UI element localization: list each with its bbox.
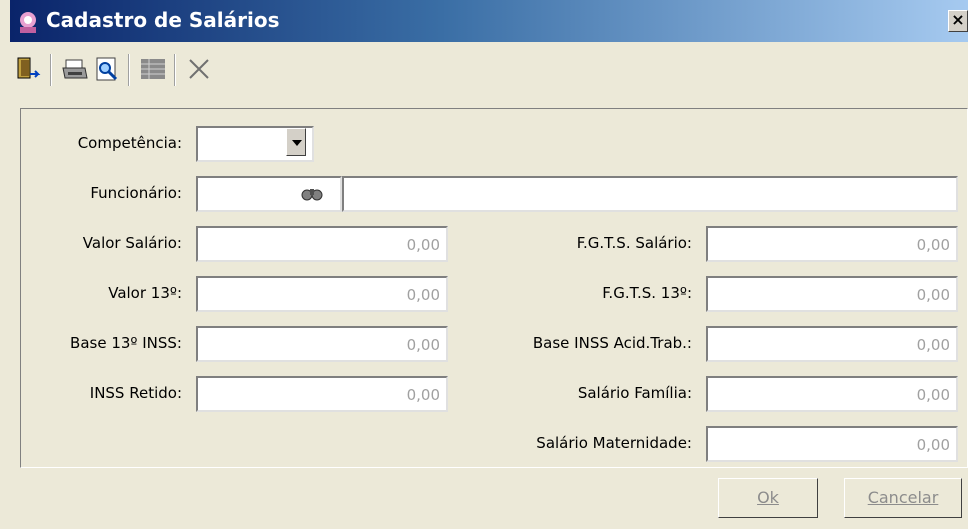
salario-maternidade-label: Salário Maternidade: (536, 434, 692, 452)
base-inss-acid-label: Base INSS Acid.Trab.: (532, 334, 692, 352)
base-inss-acid-field[interactable]: 0,00 (706, 326, 958, 362)
toolbar-separator (174, 54, 176, 86)
valor-salario-label: Valor Salário: (82, 234, 182, 252)
close-button[interactable]: × (948, 10, 968, 32)
cancel-button[interactable]: Cancelar (844, 478, 962, 518)
delete-x-icon[interactable] (184, 54, 214, 84)
toolbar-separator (128, 54, 130, 86)
inss-retido-field[interactable]: 0,00 (196, 376, 448, 412)
print-preview-icon[interactable] (92, 54, 122, 84)
funcionario-name-field[interactable] (342, 176, 958, 212)
fgts-salario-field[interactable]: 0,00 (706, 226, 958, 262)
salario-familia-field[interactable]: 0,00 (706, 376, 958, 412)
app-icon (16, 10, 40, 34)
chevron-down-icon[interactable] (286, 128, 306, 156)
inss-retido-label: INSS Retido: (89, 384, 182, 402)
toolbar (10, 46, 968, 96)
exit-icon[interactable] (14, 54, 44, 84)
base-13-inss-label: Base 13º INSS: (70, 334, 182, 352)
title-bar[interactable]: Cadastro de Salários × (10, 0, 968, 42)
binoculars-icon[interactable] (301, 184, 323, 204)
printer-icon[interactable] (60, 54, 90, 84)
base-13-inss-field[interactable]: 0,00 (196, 326, 448, 362)
salario-maternidade-field[interactable]: 0,00 (706, 426, 958, 462)
valor-salario-field[interactable]: 0,00 (196, 226, 448, 262)
window-title: Cadastro de Salários (46, 8, 280, 32)
fgts-13-label: F.G.T.S. 13º: (602, 284, 692, 302)
toolbar-separator (50, 54, 52, 86)
fgts-salario-label: F.G.T.S. Salário: (576, 234, 692, 252)
valor-13-label: Valor 13º: (108, 284, 182, 302)
salario-familia-label: Salário Família: (577, 384, 692, 402)
grid-icon[interactable] (138, 54, 168, 84)
valor-13-field[interactable]: 0,00 (196, 276, 448, 312)
competencia-label: Competência: (77, 134, 182, 152)
funcionario-label: Funcionário: (90, 184, 182, 202)
dialog-window: Cadastro de Salários × Competência: Func… (10, 0, 968, 529)
fgts-13-field[interactable]: 0,00 (706, 276, 958, 312)
ok-button[interactable]: Ok (718, 478, 818, 518)
